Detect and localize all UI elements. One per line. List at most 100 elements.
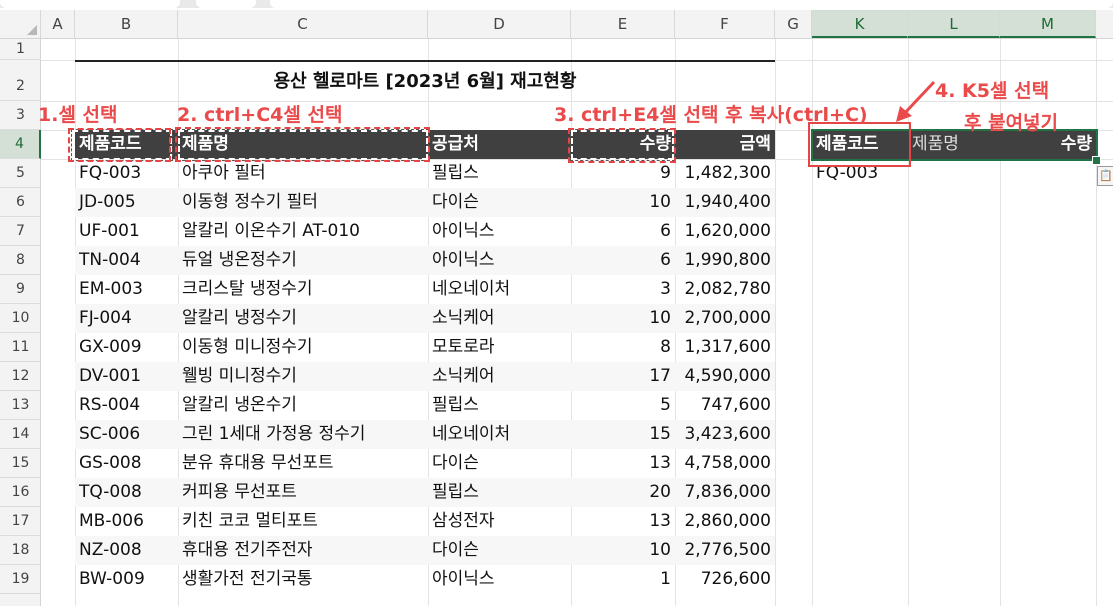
cell-qty[interactable]: 1 bbox=[571, 565, 675, 594]
cell-name[interactable]: 그린 1세대 가정용 정수기 bbox=[178, 420, 428, 449]
column-header-e[interactable]: E bbox=[571, 10, 675, 38]
cell-code[interactable]: SC-006 bbox=[75, 420, 178, 449]
cell-code[interactable]: FJ-004 bbox=[75, 304, 178, 333]
cell-qty[interactable]: 10 bbox=[571, 188, 675, 217]
cell-code[interactable]: JD-005 bbox=[75, 188, 178, 217]
column-header-k[interactable]: K bbox=[812, 10, 908, 38]
cell-qty[interactable]: 3 bbox=[571, 275, 675, 304]
cell-amount[interactable]: 1,317,600 bbox=[675, 333, 775, 362]
cell-code[interactable]: MB-006 bbox=[75, 507, 178, 536]
cell-supplier[interactable]: 아이닉스 bbox=[428, 565, 571, 594]
cell-qty[interactable]: 8 bbox=[571, 333, 675, 362]
cell-qty[interactable]: 5 bbox=[571, 391, 675, 420]
select-all-button[interactable] bbox=[0, 10, 41, 38]
row-header[interactable]: 19 bbox=[0, 565, 41, 594]
cell-amount[interactable]: 726,600 bbox=[675, 565, 775, 594]
row-header[interactable]: 1 bbox=[0, 39, 41, 60]
cell-amount[interactable]: 4,590,000 bbox=[675, 362, 775, 391]
cell-qty[interactable]: 10 bbox=[571, 304, 675, 333]
cell-amount[interactable]: 1,990,800 bbox=[675, 246, 775, 275]
cell-name[interactable]: 알칼리 냉정수기 bbox=[178, 304, 428, 333]
cell-amount[interactable]: 7,836,000 bbox=[675, 478, 775, 507]
tab[interactable] bbox=[196, 0, 256, 8]
cell-qty[interactable]: 6 bbox=[571, 217, 675, 246]
cell-supplier[interactable]: 삼성전자 bbox=[428, 507, 571, 536]
cell-supplier[interactable]: 네오네이처 bbox=[428, 275, 571, 304]
row-header[interactable]: 14 bbox=[0, 420, 41, 449]
cell-name[interactable]: 생활가전 전기국통 bbox=[178, 565, 428, 594]
cell-supplier[interactable]: 다이슨 bbox=[428, 449, 571, 478]
row-header[interactable]: 6 bbox=[0, 188, 41, 217]
row-header[interactable]: 16 bbox=[0, 478, 41, 507]
column-header-f[interactable]: F bbox=[675, 10, 775, 38]
row-header[interactable]: 3 bbox=[0, 101, 41, 130]
cell-code[interactable]: EM-003 bbox=[75, 275, 178, 304]
cell-supplier[interactable]: 아이닉스 bbox=[428, 217, 571, 246]
cell-amount[interactable]: 747,600 bbox=[675, 391, 775, 420]
fill-handle[interactable] bbox=[1092, 156, 1101, 165]
row-header[interactable]: 15 bbox=[0, 449, 41, 478]
cell-qty[interactable]: 17 bbox=[571, 362, 675, 391]
cell-name[interactable]: 알칼리 냉온수기 bbox=[178, 391, 428, 420]
cell-name[interactable]: 이동형 정수기 필터 bbox=[178, 188, 428, 217]
cell-name[interactable]: 키친 코코 멀티포트 bbox=[178, 507, 428, 536]
row-header[interactable]: 7 bbox=[0, 217, 41, 246]
cell-supplier[interactable]: 필립스 bbox=[428, 391, 571, 420]
column-header-c[interactable]: C bbox=[178, 10, 428, 38]
cell-code[interactable]: TN-004 bbox=[75, 246, 178, 275]
cell-name[interactable]: 아쿠아 필터 bbox=[178, 159, 428, 188]
cell-supplier[interactable]: 다이슨 bbox=[428, 188, 571, 217]
cell-qty[interactable]: 9 bbox=[571, 159, 675, 188]
cell-amount[interactable]: 2,700,000 bbox=[675, 304, 775, 333]
row-header[interactable]: 2 bbox=[0, 60, 41, 101]
row-header[interactable]: 18 bbox=[0, 536, 41, 565]
cell-supplier[interactable]: 아이닉스 bbox=[428, 246, 571, 275]
row-header[interactable]: 4 bbox=[0, 130, 41, 159]
cell-name[interactable]: 듀얼 냉온정수기 bbox=[178, 246, 428, 275]
cell-code[interactable]: GS-008 bbox=[75, 449, 178, 478]
row-header[interactable]: 17 bbox=[0, 507, 41, 536]
row-header[interactable]: 12 bbox=[0, 362, 41, 391]
cell-supplier[interactable]: 네오네이처 bbox=[428, 420, 571, 449]
cell-amount[interactable]: 4,758,000 bbox=[675, 449, 775, 478]
cell-supplier[interactable]: 소닉케어 bbox=[428, 362, 571, 391]
cell-amount[interactable]: 2,082,780 bbox=[675, 275, 775, 304]
cell-supplier[interactable]: 다이슨 bbox=[428, 536, 571, 565]
cell-qty[interactable]: 20 bbox=[571, 478, 675, 507]
cell-amount[interactable]: 3,423,600 bbox=[675, 420, 775, 449]
cell-supplier[interactable]: 소닉케어 bbox=[428, 304, 571, 333]
tab[interactable] bbox=[0, 0, 180, 8]
cell-amount[interactable]: 2,860,000 bbox=[675, 507, 775, 536]
cell-name[interactable]: 휴대용 전기주전자 bbox=[178, 536, 428, 565]
cell-qty[interactable]: 10 bbox=[571, 536, 675, 565]
paste-options-icon[interactable]: 📋 bbox=[1097, 166, 1113, 186]
header-supplier[interactable]: 공급처 bbox=[428, 130, 571, 159]
cell-code[interactable]: UF-001 bbox=[75, 217, 178, 246]
cell-name[interactable]: 알칼리 이온수기 AT-010 bbox=[178, 217, 428, 246]
cell-qty[interactable]: 15 bbox=[571, 420, 675, 449]
cell-code[interactable]: FQ-003 bbox=[75, 159, 178, 188]
row-header[interactable]: 9 bbox=[0, 275, 41, 304]
row-header[interactable]: 13 bbox=[0, 391, 41, 420]
tab[interactable] bbox=[270, 0, 1113, 8]
cell-name[interactable]: 크리스탈 냉정수기 bbox=[178, 275, 428, 304]
cell-amount[interactable]: 1,620,000 bbox=[675, 217, 775, 246]
column-header-d[interactable]: D bbox=[428, 10, 571, 38]
cell-supplier[interactable]: 모토로라 bbox=[428, 333, 571, 362]
cell-qty[interactable]: 13 bbox=[571, 507, 675, 536]
row-header[interactable]: 5 bbox=[0, 159, 41, 188]
cell-qty[interactable]: 13 bbox=[571, 449, 675, 478]
cell-name[interactable]: 웰빙 미니정수기 bbox=[178, 362, 428, 391]
cell-name[interactable]: 이동형 미니정수기 bbox=[178, 333, 428, 362]
cell-code[interactable]: RS-004 bbox=[75, 391, 178, 420]
column-header-a[interactable]: A bbox=[41, 10, 75, 38]
cell-amount[interactable]: 1,482,300 bbox=[675, 159, 775, 188]
cell-supplier[interactable]: 필립스 bbox=[428, 159, 571, 188]
cell-code[interactable]: GX-009 bbox=[75, 333, 178, 362]
cell-amount[interactable]: 1,940,400 bbox=[675, 188, 775, 217]
cell-supplier[interactable]: 필립스 bbox=[428, 478, 571, 507]
cell-name[interactable]: 커피용 무선포트 bbox=[178, 478, 428, 507]
header-amount[interactable]: 금액 bbox=[675, 130, 775, 159]
cell-qty[interactable]: 6 bbox=[571, 246, 675, 275]
column-header-m[interactable]: M bbox=[1000, 10, 1096, 38]
